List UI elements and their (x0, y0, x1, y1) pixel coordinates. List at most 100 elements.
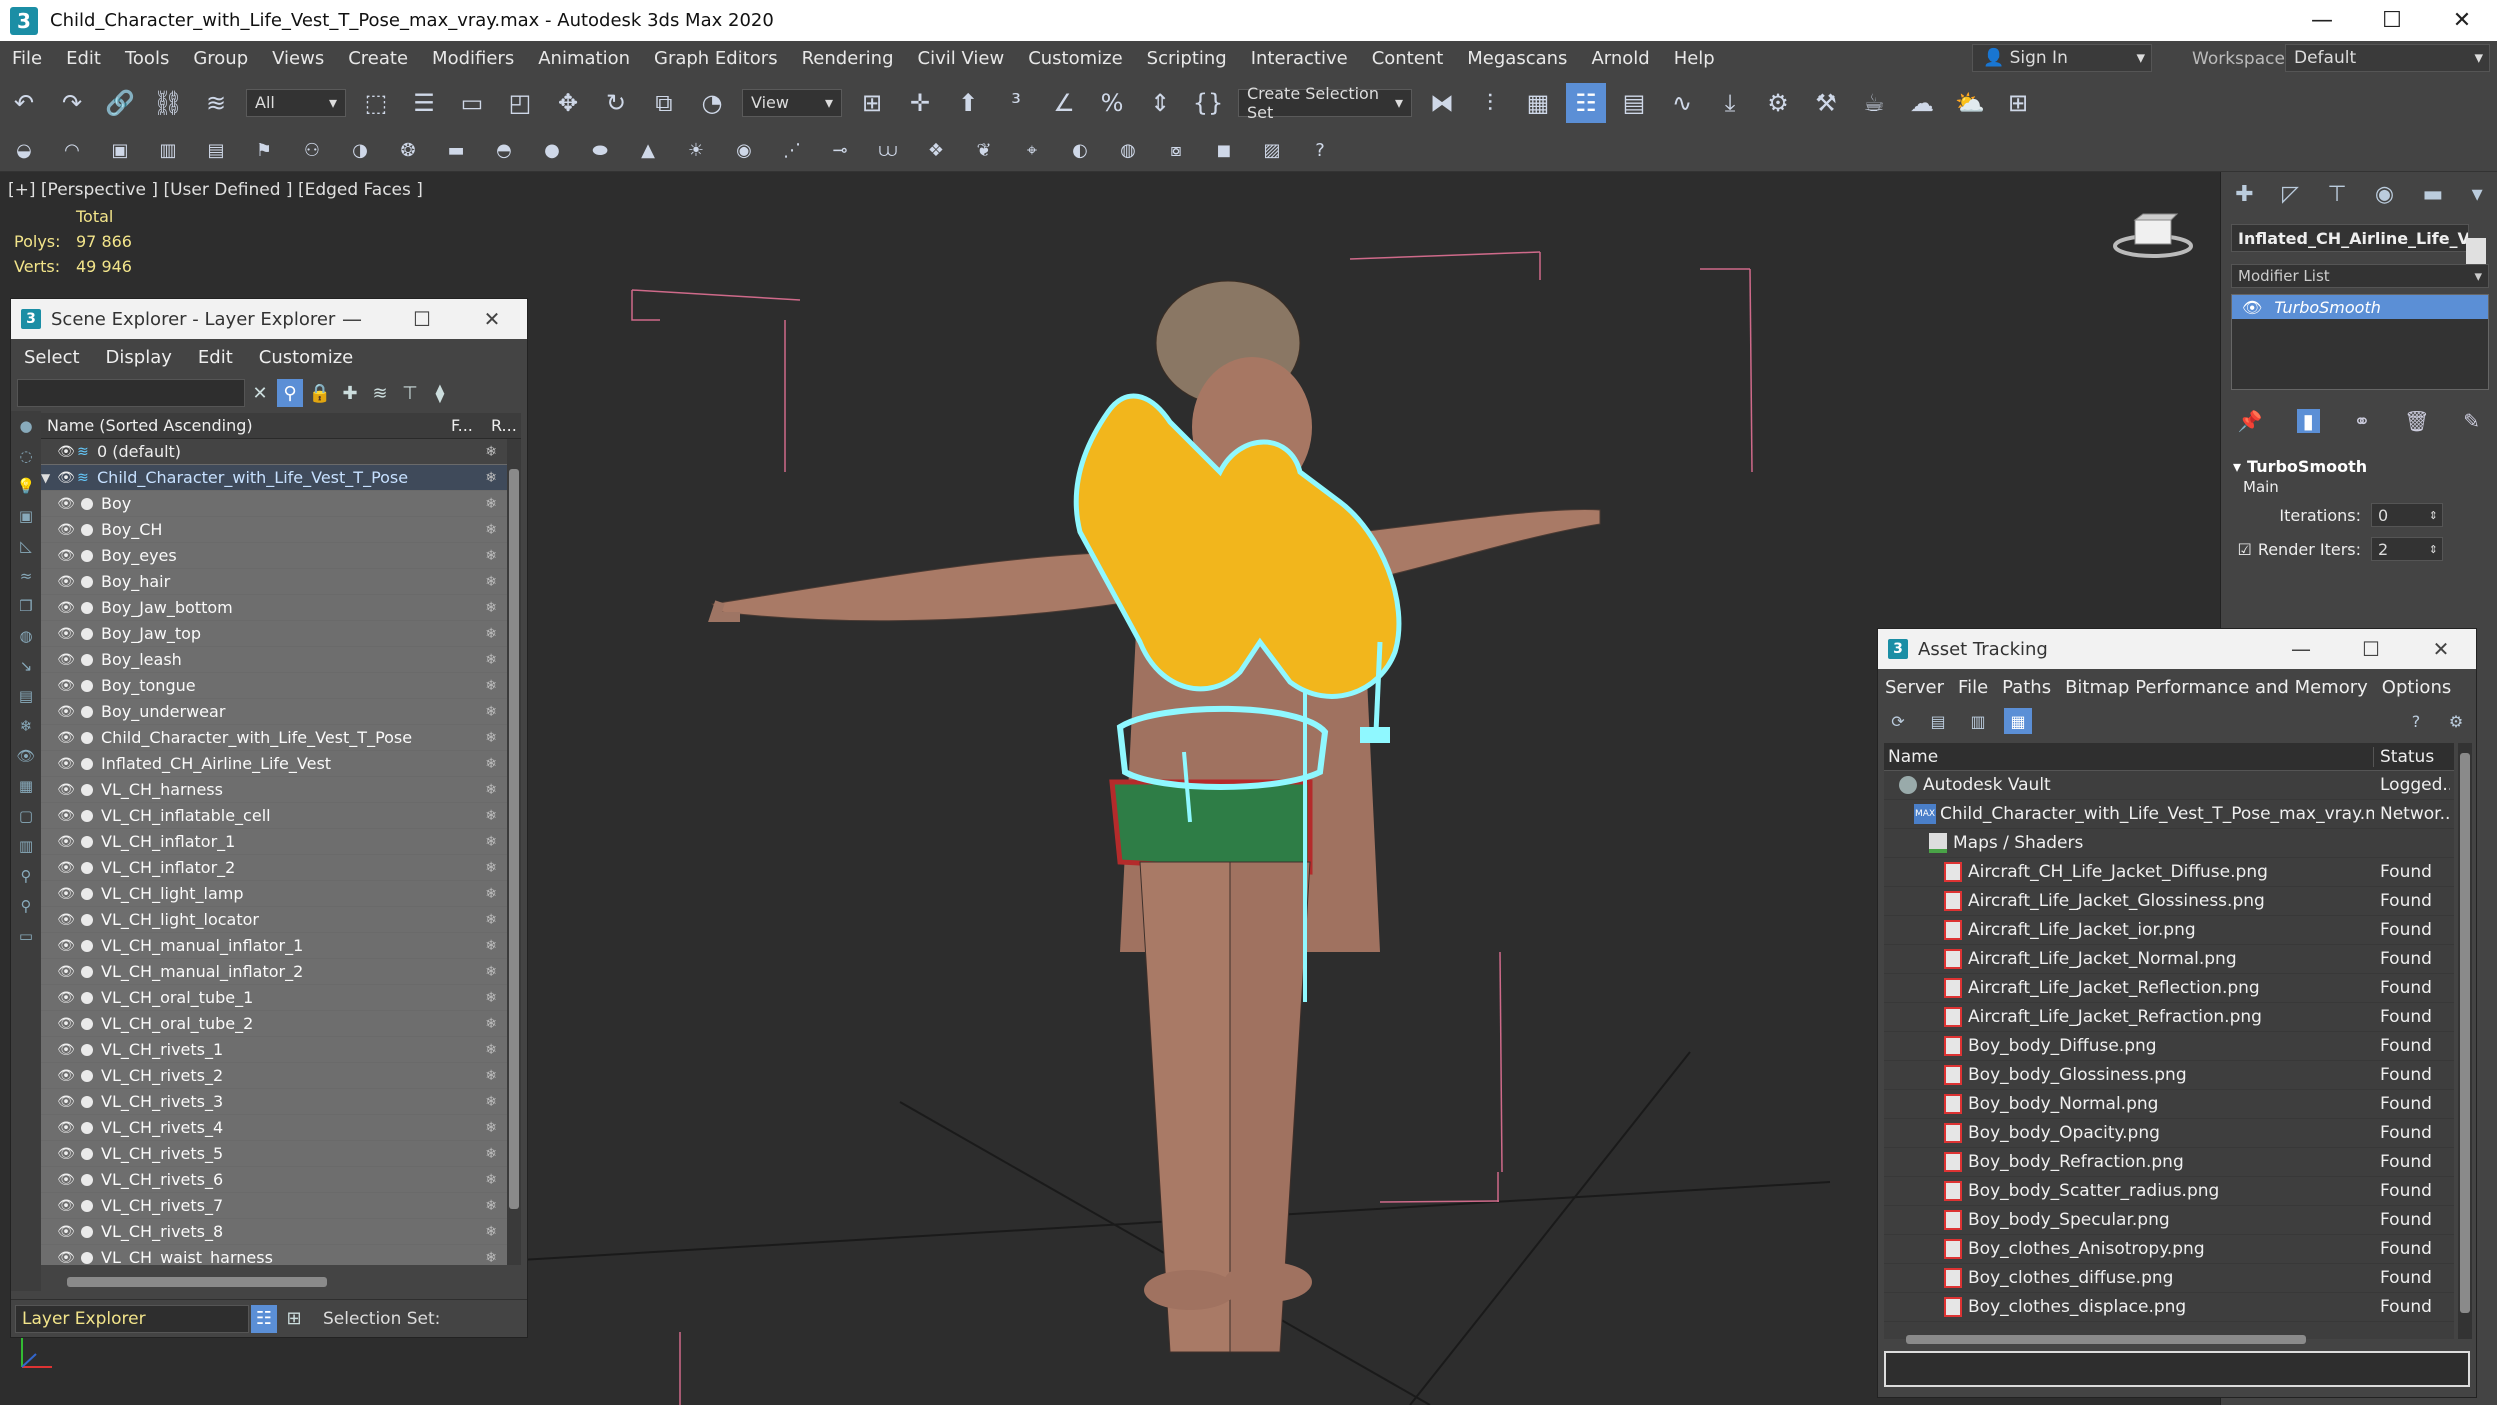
column-status-header[interactable]: Status (2374, 747, 2434, 767)
eye-icon[interactable]: 👁 (55, 470, 77, 486)
hierarchy-icon[interactable]: ⊤ (397, 379, 423, 407)
snowflake-icon[interactable]: ❄ (485, 860, 497, 876)
display-invert-icon[interactable]: ▥ (11, 831, 41, 861)
help-icon[interactable]: ? (2402, 708, 2430, 734)
utilities-tab-icon[interactable]: ▾ (2472, 182, 2483, 207)
object-row[interactable]: 👁 Boy_tongue ❄ (41, 673, 511, 699)
link-icon[interactable]: 🔗 (100, 83, 140, 123)
window-crossing-icon[interactable]: ◰ (500, 83, 540, 123)
display-all-icon[interactable]: ▦ (11, 771, 41, 801)
eye-icon[interactable]: 👁 (55, 1094, 77, 1110)
object-row[interactable]: 👁 VL_CH_rivets_1 ❄ (41, 1037, 511, 1063)
scene-states-icon[interactable]: ▤ (199, 134, 233, 168)
snowflake-icon[interactable]: ❄ (485, 574, 497, 590)
undo-icon[interactable]: ↶ (4, 83, 44, 123)
object-row[interactable]: 👁 Child_Character_with_Life_Vest_T_Pose ❄ (41, 725, 511, 751)
object-row[interactable]: 👁 VL_CH_oral_tube_2 ❄ (41, 1011, 511, 1037)
eye-icon[interactable]: 👁 (55, 1016, 77, 1032)
object-row[interactable]: 👁 VL_CH_inflator_1 ❄ (41, 829, 511, 855)
se-menu-edit[interactable]: Edit (185, 347, 246, 368)
eye-icon[interactable]: 👁 (55, 574, 77, 590)
asset-tracking-title-bar[interactable]: 3 Asset Tracking — ☐ ✕ (1878, 629, 2476, 669)
eye-icon[interactable]: 👁 (55, 808, 77, 824)
render-setup-icon[interactable]: ⚒ (1806, 83, 1846, 123)
asset-row[interactable]: Boy_body_Diffuse.png Found (1884, 1032, 2454, 1061)
select-manipulate-icon[interactable]: ✛ (900, 83, 940, 123)
object-row[interactable]: 👁 VL_CH_inflator_2 ❄ (41, 855, 511, 881)
edit-named-selection-icon[interactable]: {} (1188, 83, 1228, 123)
select-by-name-icon[interactable]: ☰ (404, 83, 444, 123)
snaps-toggle-icon[interactable]: ³ (996, 83, 1036, 123)
snowflake-icon[interactable]: ❄ (485, 834, 497, 850)
display-geometry-icon[interactable]: ● (11, 411, 41, 441)
display-lights-icon[interactable]: 💡 (11, 471, 41, 501)
column-frozen-header[interactable]: F... (451, 416, 491, 435)
snowflake-icon[interactable]: ❄ (485, 522, 497, 538)
bind-space-warp-icon[interactable]: ≋ (196, 83, 236, 123)
redo-icon[interactable]: ↷ (52, 83, 92, 123)
menu-animation[interactable]: Animation (526, 48, 642, 69)
iterations-spinner[interactable]: 0 ⇕ (2371, 503, 2443, 527)
snowflake-icon[interactable]: ❄ (485, 808, 497, 824)
eye-icon[interactable]: 👁 (55, 1120, 77, 1136)
display-none-icon[interactable]: ▢ (11, 801, 41, 831)
menu-file[interactable]: File (0, 48, 54, 69)
eye-icon[interactable]: 👁 (55, 1068, 77, 1084)
asset-row[interactable]: Boy_clothes_Anisotropy.png Found (1884, 1235, 2454, 1264)
menu-modifiers[interactable]: Modifiers (420, 48, 526, 69)
object-row[interactable]: 👁 VL_CH_inflatable_cell ❄ (41, 803, 511, 829)
menu-rendering[interactable]: Rendering (790, 48, 906, 69)
close-button[interactable]: ✕ (2406, 629, 2476, 669)
vray-plane-icon[interactable]: ▬ (439, 134, 473, 168)
asset-row[interactable]: Maps / Shaders (1884, 829, 2454, 858)
spinner-snap-icon[interactable]: ⇕ (1140, 83, 1180, 123)
snowflake-icon[interactable]: ❄ (485, 990, 497, 1006)
show-end-result-icon[interactable]: ▮ (2296, 409, 2320, 433)
eye-icon[interactable]: 👁 (55, 496, 77, 512)
menu-scripting[interactable]: Scripting (1135, 48, 1239, 69)
minimize-button[interactable]: — (2266, 629, 2336, 669)
display-tab-icon[interactable]: ▬ (2422, 182, 2443, 207)
vray-sphere-icon[interactable]: ● (535, 134, 569, 168)
select-scale-icon[interactable]: ⧉ (644, 83, 684, 123)
snowflake-icon[interactable]: ❄ (485, 938, 497, 954)
object-row[interactable]: 👁 Boy_eyes ❄ (41, 543, 511, 569)
toggle-ribbon-icon[interactable]: ▤ (1614, 83, 1654, 123)
help-icon[interactable]: ? (1303, 134, 1337, 168)
vray-sun-icon[interactable]: ☀ (679, 134, 713, 168)
rollout-header[interactable]: ▾ TurboSmooth (2221, 454, 2497, 478)
menu-create[interactable]: Create (336, 48, 420, 69)
display-hidden-icon[interactable]: 👁 (11, 741, 41, 771)
pin-stack-icon[interactable]: 📌 (2238, 409, 2263, 433)
snowflake-icon[interactable]: ❄ (485, 652, 497, 668)
asset-path-field[interactable] (1884, 1351, 2470, 1387)
object-row[interactable]: 👁 Boy_underwear ❄ (41, 699, 511, 725)
collapse-arrow-icon[interactable]: ▼ (41, 471, 55, 485)
motion-tab-icon[interactable]: ◉ (2375, 182, 2394, 207)
snowflake-icon[interactable]: ❄ (485, 704, 497, 720)
at-menu-bitmap-performance[interactable]: Bitmap Performance and Memory (2058, 677, 2375, 698)
clear-search-icon[interactable]: ✕ (247, 379, 273, 407)
checkbox-checked-icon[interactable]: ☑ (2237, 540, 2251, 559)
display-xrefs-icon[interactable]: ◍ (11, 621, 41, 651)
display-cameras-icon[interactable]: ▣ (11, 501, 41, 531)
curve-editor-icon[interactable]: ∿ (1662, 83, 1702, 123)
object-row[interactable]: 👁 VL_CH_light_lamp ❄ (41, 881, 511, 907)
eye-icon[interactable]: 👁 (55, 990, 77, 1006)
close-button[interactable]: ✕ (2427, 0, 2497, 41)
asset-row[interactable]: Aircraft_CH_Life_Jacket_Diffuse.png Found (1884, 858, 2454, 887)
at-menu-paths[interactable]: Paths (1995, 677, 2058, 698)
vray-proxy-icon[interactable]: ⋰ (775, 134, 809, 168)
minimize-button[interactable]: — (317, 299, 387, 339)
lock-icon[interactable]: 🔒 (307, 379, 333, 407)
asset-row[interactable]: Autodesk Vault Logged... (1884, 771, 2454, 800)
menu-help[interactable]: Help (1662, 48, 1727, 69)
snowflake-icon[interactable]: ❄ (485, 1250, 497, 1266)
explorer-mode-dropdown[interactable]: Layer Explorer (15, 1304, 249, 1333)
table-view-icon[interactable]: ▥ (1964, 708, 1992, 734)
scene-explorer-vertical-scrollbar[interactable] (507, 439, 521, 1265)
object-row[interactable]: 👁 VL_CH_oral_tube_1 ❄ (41, 985, 511, 1011)
eye-icon[interactable]: 👁 (55, 964, 77, 980)
grid-view-icon[interactable]: ▦ (2004, 708, 2032, 734)
select-object-icon[interactable]: ⬚ (356, 83, 396, 123)
